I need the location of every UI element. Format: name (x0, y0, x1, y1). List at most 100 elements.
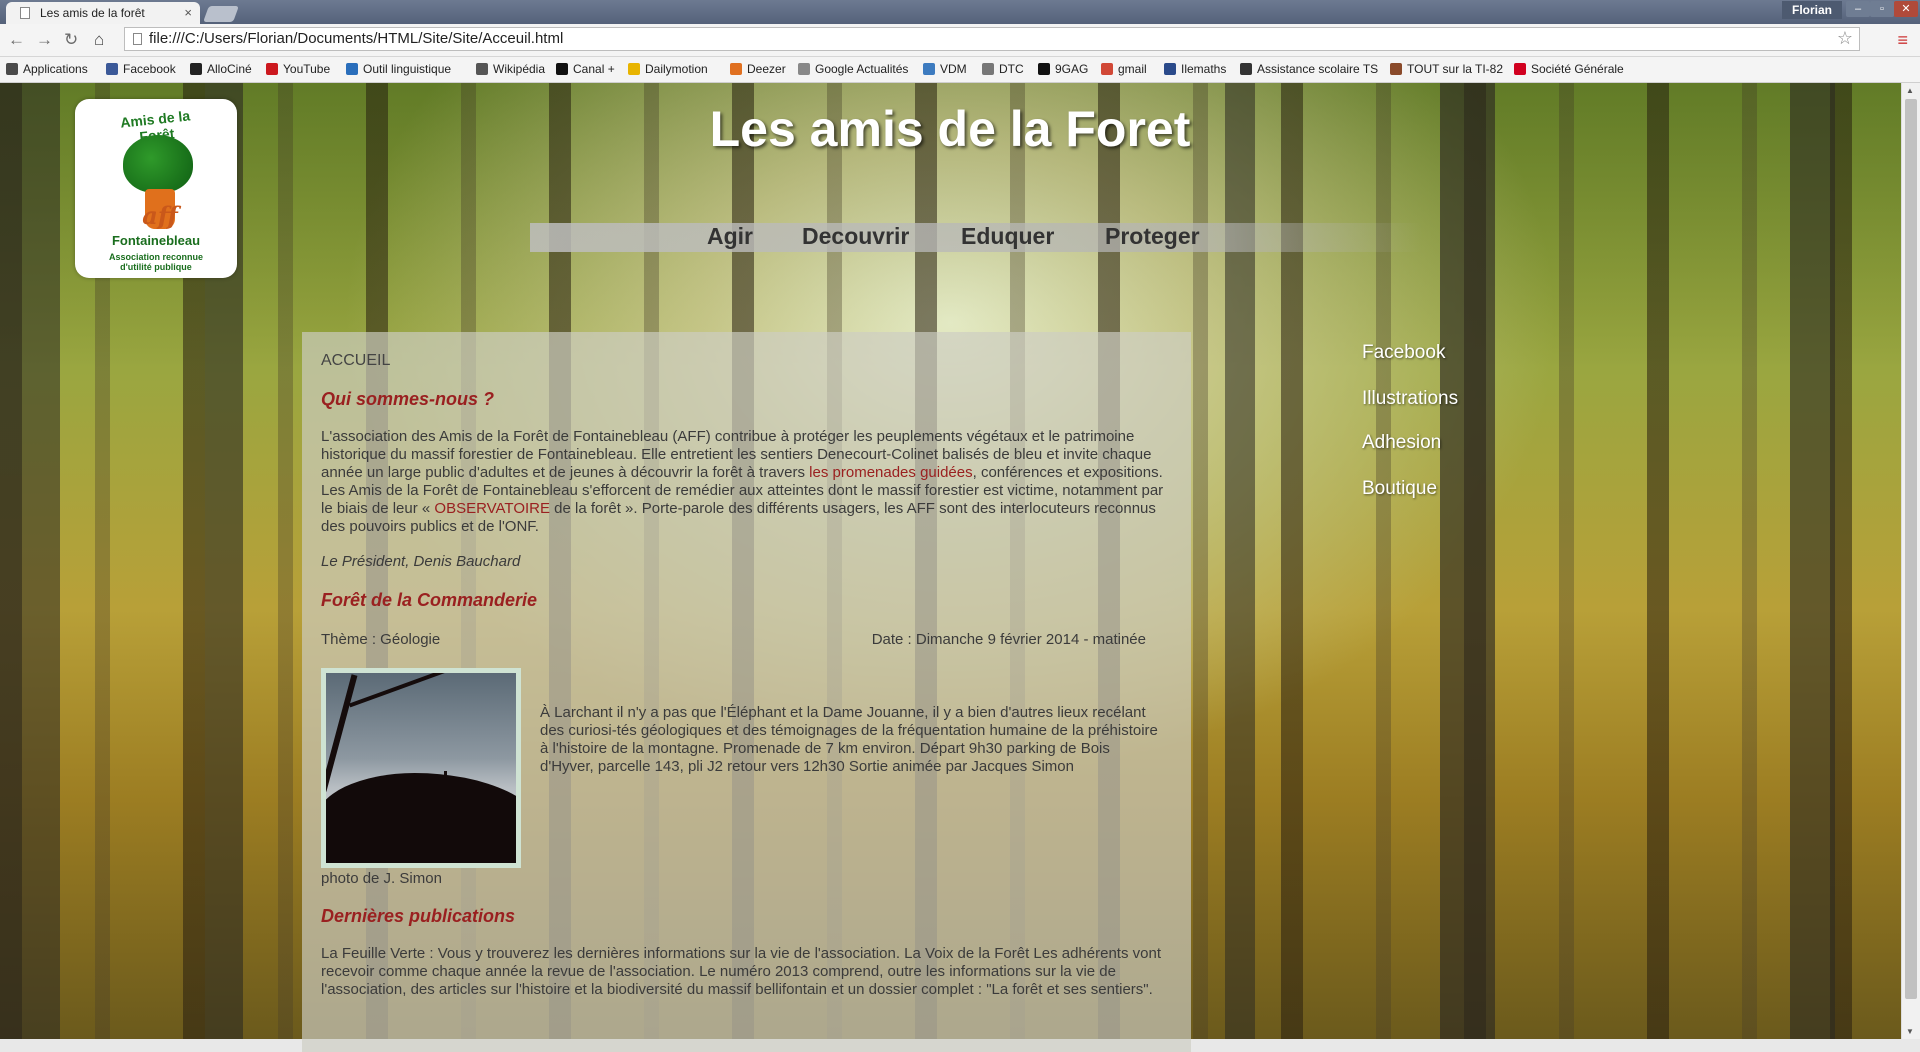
bookmark-item[interactable]: Facebook (106, 62, 176, 76)
address-bar[interactable]: file:///C:/Users/Florian/Documents/HTML/… (124, 27, 1860, 51)
logo-sub-line1: Association reconnue (108, 252, 204, 262)
bookmark-favicon-icon (798, 63, 810, 75)
bookmark-label: AlloCiné (207, 62, 252, 76)
bookmark-item[interactable]: Société Générale (1514, 62, 1624, 76)
who-paragraph: L'association des Amis de la Forêt de Fo… (321, 428, 1171, 536)
main-content: ACCUEIL Qui sommes-nous ? L'association … (302, 332, 1191, 1052)
publications-text: La Feuille Verte : Vous y trouverez les … (321, 945, 1161, 998)
page-icon (133, 33, 142, 45)
event-date: Date : Dimanche 9 février 2014 - matinée (871, 631, 1146, 648)
heading-event: Forêt de la Commanderie (321, 590, 538, 610)
link-observatoire[interactable]: OBSERVATOIRE (434, 500, 550, 517)
bookmark-item[interactable]: Google Actualités (798, 62, 908, 76)
bookmark-favicon-icon (1390, 63, 1402, 75)
link-promenades[interactable]: les promenades guidées (809, 464, 972, 481)
bookmark-item[interactable]: Outil linguistique (346, 62, 451, 76)
bookmark-item[interactable]: Applications (6, 62, 88, 76)
bookmark-favicon-icon (6, 63, 18, 75)
event-theme: Thème : Géologie (321, 631, 441, 648)
bookmark-favicon-icon (628, 63, 640, 75)
reload-icon[interactable]: ↻ (64, 30, 78, 50)
event-photo (321, 668, 521, 868)
bookmark-item[interactable]: VDM (923, 62, 967, 76)
page-scrollbar[interactable]: ▲ ▼ (1901, 83, 1920, 1039)
bookmark-label: Deezer (747, 62, 786, 76)
bookmark-label: Canal + (573, 62, 615, 76)
tree-icon (123, 135, 193, 193)
minimize-button[interactable]: ‒ (1846, 1, 1870, 17)
nav-proteger[interactable]: Proteger (1105, 223, 1200, 250)
bookmark-favicon-icon (476, 63, 488, 75)
bookmark-label: DTC (999, 62, 1024, 76)
bookmark-label: Dailymotion (645, 62, 708, 76)
logo-subtitle: Association reconnue d'utilité publique (75, 252, 237, 272)
bookmark-label: Assistance scolaire TS (1257, 62, 1379, 76)
logo-city: Fontainebleau (111, 233, 201, 248)
bookmark-label: Outil linguistique (363, 62, 452, 76)
bookmark-item[interactable]: gmail (1101, 62, 1147, 76)
signature: Le Président, Denis Bauchard (321, 553, 521, 570)
bookmark-star-icon[interactable]: ☆ (1837, 28, 1853, 49)
bookmark-label: Wikipédia (493, 62, 546, 76)
bookmark-item[interactable]: AlloCiné (190, 62, 252, 76)
bookmark-item[interactable]: YouTube (266, 62, 330, 76)
close-window-button[interactable]: ✕ (1894, 1, 1918, 17)
tree-trunk-decoration (1790, 83, 1835, 1039)
main-nav: Agir Decouvrir Eduquer Proteger (530, 223, 1422, 252)
bookmark-favicon-icon (106, 63, 118, 75)
bookmark-favicon-icon (923, 63, 935, 75)
nav-agir[interactable]: Agir (707, 223, 753, 250)
bookmarks-bar: Applications Facebook AlloCiné YouTube Outil… (0, 57, 1920, 83)
bookmark-label: TOUT sur la TI-82 (1407, 62, 1504, 76)
photo-caption: photo de J. Simon (321, 870, 442, 887)
profile-user[interactable]: Florian (1781, 1, 1842, 19)
bookmark-label: gmail (1118, 62, 1147, 76)
tree-trunk-decoration (1440, 83, 1495, 1039)
new-tab-button[interactable] (203, 6, 239, 22)
event-text: À Larchant il n'y a pas que l'Éléphant e… (540, 704, 1158, 775)
nav-eduquer[interactable]: Eduquer (961, 223, 1054, 250)
bookmark-item[interactable]: 9GAG (1038, 62, 1088, 76)
site-title: Les amis de la Foret (709, 101, 1191, 157)
bookmark-item[interactable]: Dailymotion (628, 62, 708, 76)
scroll-up-icon[interactable]: ▲ (1906, 86, 1914, 95)
bookmark-label: 9GAG (1055, 62, 1089, 76)
bookmark-item[interactable]: Deezer (730, 62, 786, 76)
bookmark-item[interactable]: Ilemaths (1164, 62, 1226, 76)
home-icon[interactable]: ⌂ (94, 30, 104, 50)
bookmark-favicon-icon (190, 63, 202, 75)
bookmark-item[interactable]: Wikipédia (476, 62, 545, 76)
scrollbar-thumb[interactable] (1905, 99, 1917, 999)
site-logo[interactable]: Amis de la Forêt aff Fontainebleau Assoc… (75, 99, 237, 278)
side-link-boutique[interactable]: Boutique (1362, 478, 1437, 500)
maximize-button[interactable]: ▫ (1870, 1, 1894, 17)
bookmark-favicon-icon (1164, 63, 1176, 75)
bookmark-item[interactable]: Canal + (556, 62, 615, 76)
bookmark-item[interactable]: TOUT sur la TI-82 (1390, 62, 1503, 76)
nav-decouvrir[interactable]: Decouvrir (802, 223, 909, 250)
bookmark-item[interactable]: Assistance scolaire TS (1240, 62, 1378, 76)
bookmark-label: VDM (940, 62, 967, 76)
scroll-down-icon[interactable]: ▼ (1906, 1027, 1914, 1036)
bookmark-label: Société Générale (1531, 62, 1624, 76)
bookmark-item[interactable]: DTC (982, 62, 1024, 76)
address-url: file:///C:/Users/Florian/Documents/HTML/… (149, 30, 564, 47)
forward-arrow-icon[interactable]: → (36, 30, 53, 50)
side-link-adhesion[interactable]: Adhesion (1362, 432, 1441, 454)
bookmark-label: Applications (23, 62, 88, 76)
side-link-facebook[interactable]: Facebook (1362, 342, 1445, 364)
document-icon (20, 7, 30, 19)
bookmark-label: Facebook (123, 62, 176, 76)
logo-sub-line2: d'utilité publique (120, 262, 192, 272)
bookmark-favicon-icon (346, 63, 358, 75)
bookmark-favicon-icon (1514, 63, 1526, 75)
back-arrow-icon[interactable]: ← (8, 30, 25, 50)
browser-titlebar: Les amis de la forêt × Florian ‒ ▫ ✕ (0, 0, 1920, 24)
side-link-illustrations[interactable]: Illustrations (1362, 388, 1458, 410)
tab-close-icon[interactable]: × (184, 5, 192, 20)
bookmark-favicon-icon (1240, 63, 1252, 75)
bookmark-label: YouTube (283, 62, 331, 76)
browser-menu-icon[interactable]: ≡ (1897, 30, 1908, 51)
breadcrumb: ACCUEIL (321, 352, 391, 369)
browser-tab[interactable]: Les amis de la forêt × (6, 2, 200, 24)
